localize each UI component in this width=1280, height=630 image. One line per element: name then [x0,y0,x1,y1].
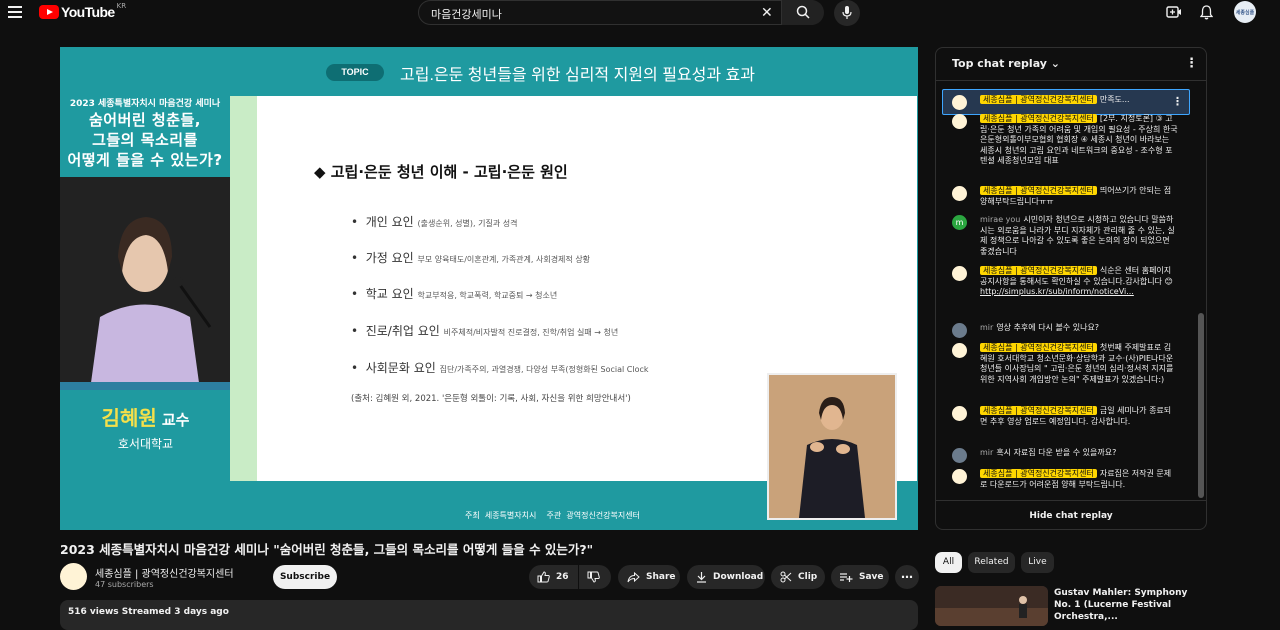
author-avatar [952,406,967,421]
smile-emoji-icon: 😊 [1164,276,1173,286]
play-logo-icon [39,5,59,19]
notice-link[interactable]: http://simplus.kr/sub/inform/noticeVi... [980,287,1134,296]
share-icon [627,571,640,582]
chat-message[interactable]: 세종심플 | 광역정신건강복지센터 만족도... [952,95,1178,110]
author-avatar [952,95,967,110]
chip-related[interactable]: Related [968,552,1015,573]
slide-bullet: • 사회문화 요인 집단/가족주의, 과열경쟁, 다양성 부족(정형화된 Soc… [351,361,649,375]
thumbs-up-icon [537,571,550,583]
author-avatar [952,186,967,201]
more-options-icon[interactable]: ⋮ [1185,56,1198,71]
slide-bullet: • 가정 요인 부모 양육태도/이혼관계, 가족관계, 사회경제적 상황 [351,251,591,265]
scissors-icon [780,571,792,583]
top-bar: YouTube KR 마음건강세미나 ✕ 세종심플 [0,0,1280,28]
seminar-title-block: 2023 세종특별자치시 마음건강 세미나 숨어버린 청춘들, 그들의 목소리를… [67,99,223,169]
more-actions-button[interactable]: ⋯ [895,565,919,589]
dislike-button[interactable] [579,565,611,589]
notifications-bell-icon[interactable] [1200,5,1213,20]
speaker-affiliation: 호서대학교 [117,437,174,451]
sign-language-interpreter [767,373,897,520]
chat-mode-dropdown[interactable]: Top chat replay ⌄ [952,57,1060,70]
chat-message[interactable]: mir 혹시 자료집 다운 받을 수 있을까요? [952,448,1178,463]
like-button[interactable]: 26 [529,565,578,589]
chat-message[interactable]: 세종심플 | 광역정신건강복지센터 첫번째 주제발표로 김혜원 호서대학교 청소년… [952,343,1178,385]
author-avatar [952,323,967,338]
search-box[interactable]: 마음건강세미나 ✕ [418,0,824,25]
recommended-video-thumbnail[interactable] [935,586,1048,626]
hide-chat-replay-button[interactable]: Hide chat replay [936,500,1206,529]
playlist-add-icon [840,573,853,582]
account-avatar[interactable]: 세종심플 [1234,1,1256,23]
chat-message[interactable]: 세종심플 | 광역정신건강복지센터 [2부. 지정토론] ③ 고립·은둔 청년 가… [952,114,1178,167]
slide-accent-strip [230,96,257,481]
speaker-name: 김혜원 [101,406,157,430]
chevron-down-icon: ⌄ [1050,57,1061,70]
youtube-logo[interactable]: YouTube KR [39,2,126,20]
download-icon [697,572,706,583]
chat-message[interactable]: 세종심플 | 광역정신건강복지센터 띄어쓰기가 안되는 점 양해부탁드립니다ㅠㅠ [952,186,1178,207]
subscriber-count: 47 subscribers [95,580,154,589]
channel-avatar[interactable] [60,563,87,590]
message-menu-icon[interactable]: ⋮ [1172,95,1183,108]
slide-footer-organizers: 주최 세종특별자치시 주관 광역정신건강복지센터 [465,511,640,520]
chat-message[interactable]: 세종심플 | 광역정신건강복지센터 자료집은 저작권 문제로 다운로드가 어려운점… [952,469,1178,490]
topic-title: 고립.은둔 청년들을 위한 심리적 지원의 필요성과 효과 [400,67,755,84]
download-button[interactable]: Download [687,565,765,589]
author-avatar [952,343,967,358]
menu-icon[interactable] [8,6,22,18]
search-input[interactable]: 마음건강세미나 [431,6,502,22]
clear-search-icon[interactable]: ✕ [761,5,773,21]
search-button[interactable] [781,0,824,25]
interpreter-figure [769,375,895,518]
speaker-caption: 김혜원 교수 호서대학교 [60,402,231,452]
save-button[interactable]: Save [831,565,889,589]
create-video-icon[interactable] [1166,5,1182,19]
description-box[interactable]: 516 views Streamed 3 days ago [60,600,918,630]
slide-bullet: • 학교 요인 학교부적응, 학교폭력, 학교중퇴 → 청소년 [351,287,558,301]
thumbs-down-icon [587,571,600,583]
chat-header: Top chat replay ⌄ ⋮ [936,48,1206,81]
mic-icon [842,6,852,19]
author-avatar: m [952,215,967,230]
chip-live[interactable]: Live [1021,552,1054,573]
orchestra-thumbnail [935,586,1048,626]
clip-button[interactable]: Clip [771,565,825,589]
author-avatar [952,448,967,463]
search-icon [796,5,810,19]
voice-search-button[interactable] [834,0,860,26]
chat-scrollbar[interactable] [1198,313,1204,498]
author-avatar [952,469,967,484]
like-count: 26 [556,572,569,582]
share-button[interactable]: Share [618,565,680,589]
slide-source: (출처: 김혜원 외, 2021. '은둔형 외톨이: 기록, 사회, 자신을 … [351,394,631,404]
topic-badge: TOPIC [326,64,384,81]
video-title: 2023 세종특별자치시 마음건강 세미나 "숨어버린 청춘들, 그들의 목소리… [60,542,594,557]
author-avatar [952,114,967,129]
slide-bullet: • 진로/취업 요인 비주체적/비자발적 진로결정, 진학/취업 실패 → 청년 [351,324,619,338]
author-avatar [952,266,967,281]
chat-message[interactable]: 세종심플 | 광역정신건강복지센터 금일 세미나가 종료되면 추후 영상 업로드 … [952,406,1178,427]
chat-message[interactable]: 세종심플 | 광역정신건강복지센터 식순은 센터 홈페이지 공지사항을 통해서도 … [952,266,1178,298]
slide-heading: ◆ 고립·은둔 청년 이해 - 고립·은둔 원인 [314,163,568,181]
more-horizontal-icon: ⋯ [901,570,913,584]
subscribe-button[interactable]: Subscribe [273,565,337,589]
slide-bullet: • 개인 요인 (출생순위, 성별), 기질과 성격 [351,215,518,229]
chip-all[interactable]: All [935,552,962,573]
chat-replay-panel: Top chat replay ⌄ ⋮ 세종심플 | 광역정신건강복지센터 만족도… [935,47,1207,530]
chat-message[interactable]: m mirae you 시민이자 청년으로 시청하고 있습니다 말씀하시는 외로움… [952,215,1178,257]
channel-name[interactable]: 세종심플 | 광역정신건강복지센터 [95,565,234,580]
video-player[interactable]: TOPIC 고립.은둔 청년들을 위한 심리적 지원의 필요성과 효과 2023… [60,47,918,530]
speaker-video [60,177,231,390]
recommended-video-title[interactable]: Gustav Mahler: Symphony No. 1 (Lucerne F… [1054,587,1204,623]
view-count: 516 views Streamed 3 days ago [68,607,229,617]
speaker-figure [60,177,231,390]
chat-message[interactable]: mir 영상 추후에 다시 볼수 있나요? [952,323,1178,338]
